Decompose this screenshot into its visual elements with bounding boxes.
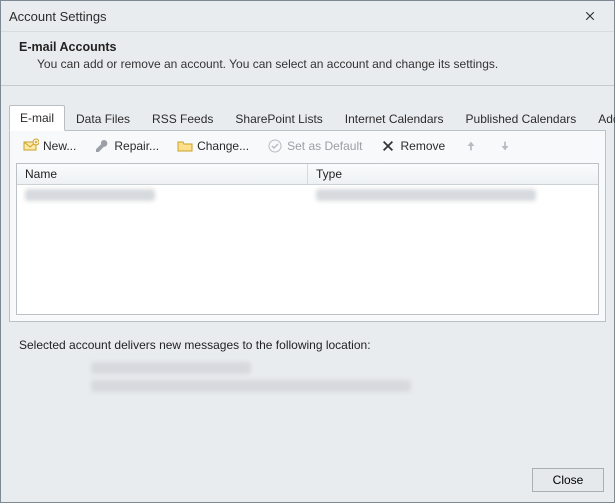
- remove-x-icon: [380, 138, 396, 154]
- arrow-down-icon: [497, 138, 513, 154]
- new-button[interactable]: New...: [18, 135, 81, 157]
- cell-name: [17, 185, 308, 205]
- tabstrip: E-mail Data Files RSS Feeds SharePoint L…: [1, 86, 614, 130]
- tab-published-calendars[interactable]: Published Calendars: [455, 106, 588, 131]
- tab-sharepoint-lists[interactable]: SharePoint Lists: [224, 106, 333, 131]
- heading-email-accounts: E-mail Accounts: [19, 40, 596, 54]
- folder-change-icon: [177, 138, 193, 154]
- remove-button[interactable]: Remove: [375, 135, 450, 157]
- tab-email[interactable]: E-mail: [9, 105, 65, 131]
- wrench-icon: [94, 138, 110, 154]
- header-block: E-mail Accounts You can add or remove an…: [1, 32, 614, 81]
- close-button[interactable]: Close: [532, 468, 604, 492]
- tab-address-books[interactable]: Address Books: [587, 106, 615, 131]
- cell-type: [308, 185, 599, 205]
- tab-panel: New... Repair... Change... Set as Defaul…: [9, 130, 606, 322]
- accounts-list: Name Type: [16, 163, 599, 315]
- set-default-button[interactable]: Set as Default: [262, 135, 367, 157]
- close-icon: [582, 8, 598, 24]
- window-title: Account Settings: [9, 9, 574, 24]
- set-default-label: Set as Default: [287, 139, 362, 153]
- toolbar: New... Repair... Change... Set as Defaul…: [10, 131, 605, 161]
- mail-new-icon: [23, 138, 39, 154]
- list-header: Name Type: [17, 164, 598, 185]
- move-down-button[interactable]: [492, 135, 518, 157]
- column-name[interactable]: Name: [17, 164, 308, 184]
- change-button[interactable]: Change...: [172, 135, 254, 157]
- delivery-location-details: [1, 356, 614, 392]
- repair-label: Repair...: [114, 139, 159, 153]
- table-row[interactable]: [17, 185, 598, 205]
- remove-label: Remove: [400, 139, 445, 153]
- tab-rss-feeds[interactable]: RSS Feeds: [141, 106, 224, 131]
- delivery-location-label: Selected account delivers new messages t…: [1, 330, 614, 356]
- new-label: New...: [43, 139, 76, 153]
- change-label: Change...: [197, 139, 249, 153]
- tab-internet-calendars[interactable]: Internet Calendars: [334, 106, 455, 131]
- arrow-up-icon: [463, 138, 479, 154]
- redacted-account-type: [316, 189, 536, 201]
- redacted-account-name: [25, 189, 155, 201]
- check-circle-icon: [267, 138, 283, 154]
- window-close-button[interactable]: [574, 4, 606, 28]
- repair-button[interactable]: Repair...: [89, 135, 164, 157]
- account-settings-window: Account Settings E-mail Accounts You can…: [0, 0, 615, 503]
- move-up-button[interactable]: [458, 135, 484, 157]
- redacted-location-2: [91, 380, 411, 392]
- tab-data-files[interactable]: Data Files: [65, 106, 141, 131]
- titlebar: Account Settings: [1, 1, 614, 32]
- column-type[interactable]: Type: [308, 164, 598, 184]
- subheading-text: You can add or remove an account. You ca…: [37, 57, 596, 71]
- list-body[interactable]: [17, 185, 598, 314]
- dialog-footer: Close: [1, 458, 614, 502]
- redacted-location-1: [91, 362, 251, 374]
